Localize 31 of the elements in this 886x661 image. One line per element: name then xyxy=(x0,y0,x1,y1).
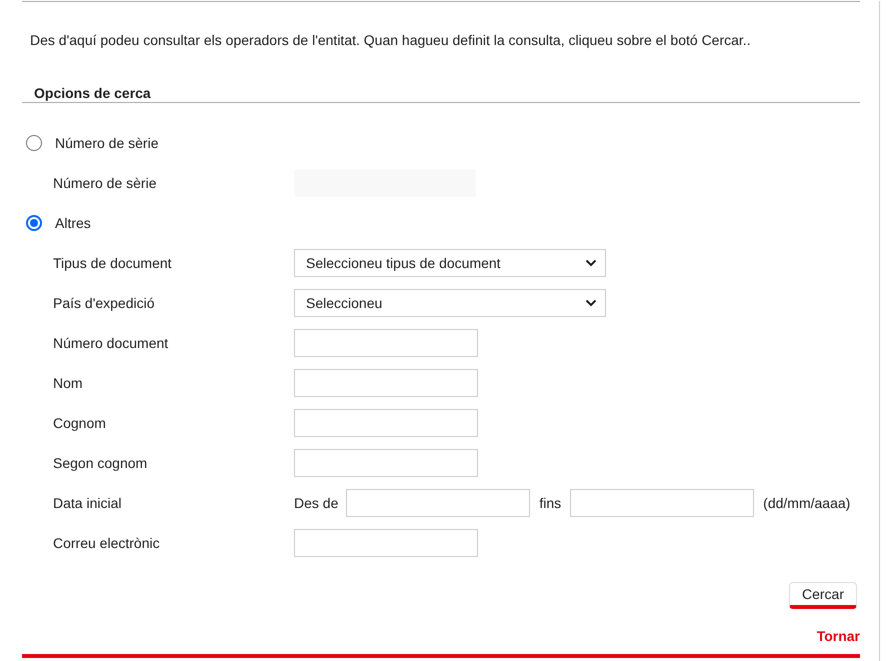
radio-label: Altres xyxy=(55,215,91,231)
date-field[interactable] xyxy=(570,489,754,517)
field-label: Des de xyxy=(294,495,338,511)
radio-button[interactable] xyxy=(26,215,42,231)
text-field[interactable] xyxy=(294,329,478,357)
search-button[interactable]: Cercar xyxy=(788,582,857,609)
dropdown[interactable]: Seleccioneu tipus de document xyxy=(294,249,606,277)
section-title: Opcions de cerca xyxy=(34,85,152,101)
field-label: Número de sèrie xyxy=(52,175,158,191)
date-field[interactable] xyxy=(346,489,530,517)
chevron-down-icon xyxy=(585,259,597,267)
radio-button[interactable] xyxy=(26,135,42,151)
field-label: Tipus de document xyxy=(52,255,173,271)
intro-text: Des d'aquí podeu consultar els operadors de l'entitat. Quan hagueu definit la consulta, cliqueu sobre el botó Cercar.. xyxy=(30,31,752,49)
back-link[interactable]: Tornar xyxy=(816,628,860,644)
chevron-down-icon xyxy=(585,299,597,307)
field-label: Data inicial xyxy=(52,495,122,511)
field-label: Cognom xyxy=(52,415,107,431)
format-hint: (dd/mm/aaaa) xyxy=(763,495,850,511)
field-label: Nom xyxy=(52,375,84,391)
radio-label: Número de sèrie xyxy=(55,135,158,151)
field-label: Segon cognom xyxy=(52,455,148,471)
dropdown[interactable]: Seleccioneu xyxy=(294,289,606,317)
text-field[interactable] xyxy=(294,449,478,477)
field-label: País d'expedició xyxy=(52,295,156,311)
text-field[interactable] xyxy=(294,529,478,557)
text-field[interactable] xyxy=(294,409,478,437)
text-field[interactable] xyxy=(294,369,478,397)
field-label: Número document xyxy=(52,335,170,351)
field-label: fins xyxy=(539,495,562,511)
field-label: Correu electrònic xyxy=(52,535,161,551)
